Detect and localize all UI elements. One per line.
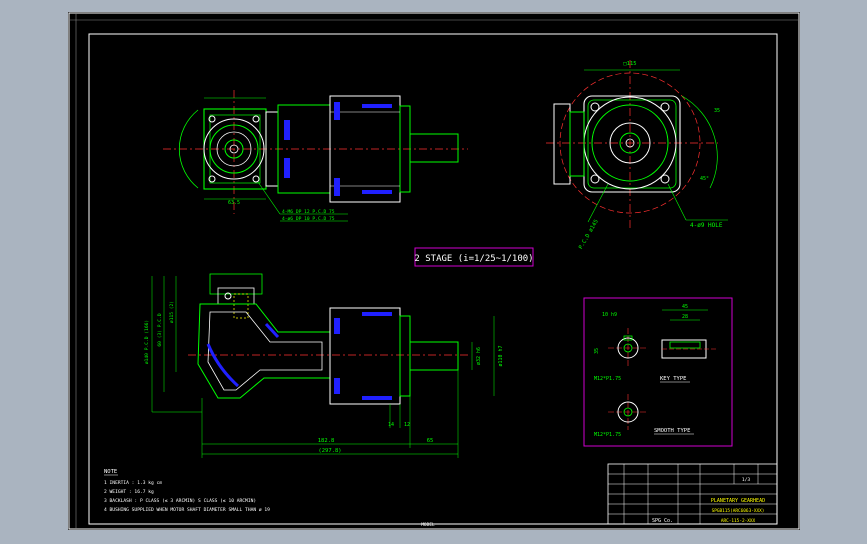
sheet-bottom-label: MODEL	[421, 522, 435, 528]
side-view: 182.8 65 (297.8) 14 12 ø32 h6 ø110 h7 ø1…	[144, 273, 504, 458]
title-company: SPG Co.	[652, 518, 673, 524]
dim-a: 14	[388, 422, 394, 428]
tap-note-2: M12*P1.75	[594, 432, 621, 438]
dim-total: (297.8)	[318, 448, 341, 454]
shaft-detail: 10 h9 35 M12*P1.75 45 28 KEY TYPE M12*P1…	[583, 297, 733, 447]
top-view: 63.5 4-M6 DP 12 P.C.D 75 4-ø6 DP 10 P.C.…	[163, 90, 468, 222]
front-pcd: P.C.D ø145	[578, 219, 600, 251]
front-angle: 45°	[700, 176, 709, 182]
dim-45: 45	[682, 304, 688, 310]
dim-35: 35	[594, 348, 600, 354]
note-line-1: 1 INERTIA : 1.3 kg cm	[104, 480, 162, 486]
dim-shaft: 65	[427, 438, 434, 444]
dim-28: 28	[682, 314, 688, 320]
front-view: □115 35 45° P.C.D ø145 4-ø9 HOLE	[546, 60, 728, 250]
note-line-4: 4 BUSHING SUPPLIED WHEN MOTOR SHAFT DIAM…	[104, 507, 270, 513]
tapped-holes-note-1: 4-M6 DP 12 P.C.D 75	[282, 209, 335, 215]
tapped-holes-note-2: 4-ø6 DP 10 P.C.D 75	[282, 216, 335, 222]
dia-shaft: ø32 h6	[476, 347, 482, 365]
note-line-3: 3 BACKLASH : P CLASS (≤ 3 ARCMIN) S CLAS…	[104, 498, 256, 504]
front-dim-side: 35	[714, 108, 720, 114]
title-model: SPGB115(ARC6063-XXX)	[712, 508, 765, 514]
technical-drawing: 63.5 4-M6 DP 12 P.C.D 75 4-ø6 DP 10 P.C.…	[68, 12, 800, 530]
key-type-title: KEY TYPE	[660, 376, 687, 382]
title-product: PLANETARY GEARHEAD	[711, 498, 765, 504]
left-dim-3: ø115 (2)	[169, 301, 175, 323]
tap-note-1: M12*P1.75	[594, 376, 621, 382]
dim-b: 12	[404, 422, 410, 428]
front-square-dim: □115	[623, 61, 636, 67]
key-width: 10 h9	[602, 312, 617, 318]
title-block: 1/3 PLANETARY GEARHEAD SPGB115(ARC6063-X…	[607, 463, 778, 525]
stage-label: 2 STAGE (i=1/25~1/100)	[414, 254, 533, 264]
smooth-type-title: SMOOTH TYPE	[654, 428, 690, 434]
cad-viewport[interactable]: 63.5 4-M6 DP 12 P.C.D 75 4-ø6 DP 10 P.C.…	[68, 12, 800, 530]
front-hole-note: 4-ø9 HOLE	[690, 222, 723, 229]
dim-body: 182.8	[318, 438, 335, 444]
notes-block: NOTE 1 INERTIA : 1.3 kg cm 2 WEIGHT : 16…	[104, 469, 270, 513]
sheet-inner-frame	[88, 33, 778, 525]
dia-pilot: ø110 h7	[498, 345, 504, 366]
note-line-2: 2 WEIGHT : 16.7 kg	[104, 489, 154, 495]
title-drawing-no: ARC-115-2-XXX	[721, 518, 756, 524]
sheet-outer-frame	[68, 12, 800, 530]
notes-title: NOTE	[104, 469, 117, 475]
top-dim-small: 63.5	[228, 200, 240, 206]
title-scale: 1/3	[742, 477, 751, 483]
left-dim-2: 60 (3) P.C.D	[157, 313, 163, 346]
left-dim-1: ø140 P.C.D (166)	[144, 320, 150, 364]
